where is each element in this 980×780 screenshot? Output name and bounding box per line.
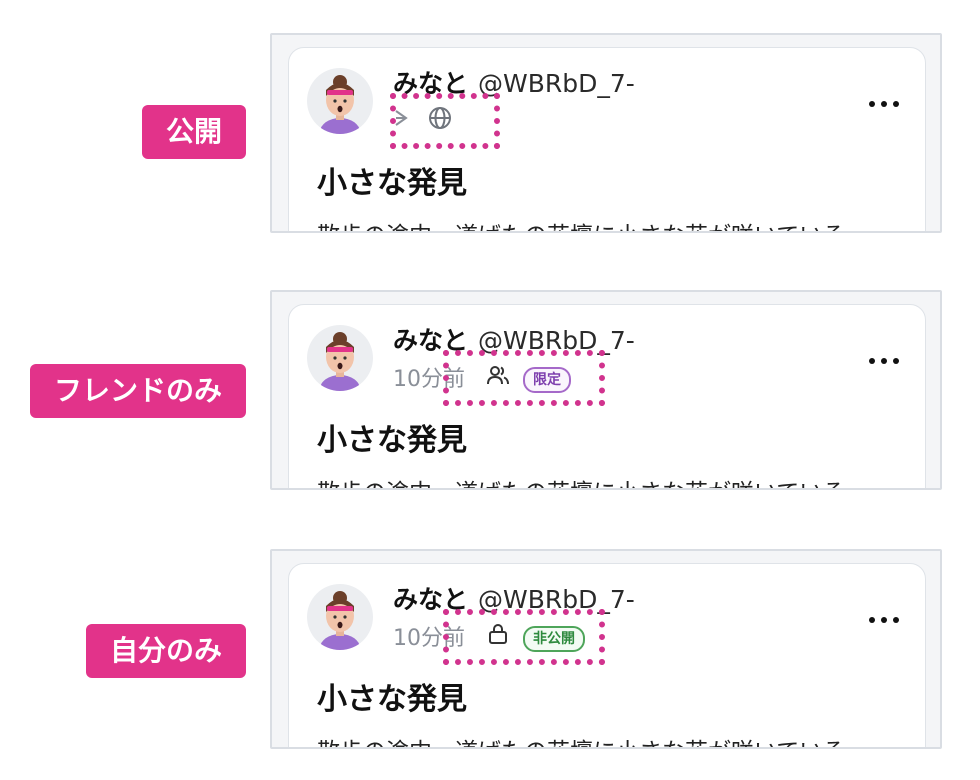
- post-card[interactable]: みなと @WBRbD_7- 10分前 非公開 小さな発見 散歩の途中、道ばたの花壇…: [288, 563, 926, 747]
- more-dot: [893, 617, 899, 623]
- visibility-label: 自分のみ: [85, 624, 246, 678]
- post-preview-frame: みなと @WBRbD_7- 小さな発見 散歩の途中、道ばたの花壇に小さな花が咲いて…: [270, 33, 942, 233]
- avatar[interactable]: [307, 325, 373, 391]
- post-body: 散歩の途中、道ばたの花壇に小さな花が咲いている: [317, 473, 845, 488]
- avatar[interactable]: [307, 68, 373, 134]
- user-handle[interactable]: @WBRbD_7-: [478, 326, 635, 355]
- visibility-row-private: 自分のみ みなと @WBRbD_7- 10分前 非公開 小さな発見: [0, 549, 980, 749]
- more-dot: [893, 358, 899, 364]
- display-name[interactable]: みなと: [393, 326, 468, 355]
- visibility-badge: 限定: [523, 366, 571, 393]
- post-preview-frame: みなと @WBRbD_7- 10分前 限定 小さな発見 散歩の途中、道ばたの花壇に…: [270, 290, 942, 490]
- author-line: みなと @WBRbD_7-: [393, 68, 635, 100]
- users-icon: [486, 363, 510, 396]
- post-meta: 10分前 限定: [393, 363, 571, 393]
- post-preview-frame: みなと @WBRbD_7- 10分前 非公開 小さな発見 散歩の途中、道ばたの花壇…: [270, 549, 942, 749]
- more-options-button[interactable]: [869, 355, 899, 367]
- share-arrow-icon: [393, 107, 411, 138]
- lock-icon: [486, 622, 510, 655]
- author-line: みなと @WBRbD_7-: [393, 325, 635, 357]
- more-dot: [881, 101, 887, 107]
- avatar[interactable]: [307, 584, 373, 650]
- more-options-button[interactable]: [869, 98, 899, 110]
- post-body: 散歩の途中、道ばたの花壇に小さな花が咲いている: [317, 732, 845, 747]
- more-dot: [869, 358, 875, 364]
- user-handle[interactable]: @WBRbD_7-: [478, 69, 635, 98]
- post-title: 小さな発見: [317, 166, 467, 201]
- post-meta: [393, 106, 452, 136]
- post-card[interactable]: みなと @WBRbD_7- 小さな発見 散歩の途中、道ばたの花壇に小さな花が咲いて…: [288, 47, 926, 231]
- visibility-row-friends: フレンドのみ みなと @WBRbD_7- 10分前 限定 小さな発見: [0, 290, 980, 490]
- post-title: 小さな発見: [317, 682, 467, 717]
- display-name[interactable]: みなと: [393, 585, 468, 614]
- more-dot: [869, 617, 875, 623]
- visibility-label: フレンドのみ: [29, 364, 246, 418]
- post-time[interactable]: 10分前: [393, 624, 465, 654]
- post-title: 小さな発見: [317, 423, 467, 458]
- more-dot: [881, 358, 887, 364]
- display-name[interactable]: みなと: [393, 69, 468, 98]
- post-body: 散歩の途中、道ばたの花壇に小さな花が咲いている: [317, 216, 845, 231]
- post-time[interactable]: 10分前: [393, 365, 465, 395]
- more-dot: [881, 617, 887, 623]
- more-options-button[interactable]: [869, 614, 899, 626]
- more-dot: [893, 101, 899, 107]
- more-dot: [869, 101, 875, 107]
- user-handle[interactable]: @WBRbD_7-: [478, 585, 635, 614]
- globe-icon: [428, 106, 452, 139]
- visibility-badge: 非公開: [523, 625, 585, 652]
- visibility-row-public: 公開 みなと @WBRbD_7- 小さな発見: [0, 33, 980, 233]
- post-meta: 10分前 非公開: [393, 622, 585, 652]
- visibility-label: 公開: [141, 105, 246, 159]
- author-line: みなと @WBRbD_7-: [393, 584, 635, 616]
- post-card[interactable]: みなと @WBRbD_7- 10分前 限定 小さな発見 散歩の途中、道ばたの花壇に…: [288, 304, 926, 488]
